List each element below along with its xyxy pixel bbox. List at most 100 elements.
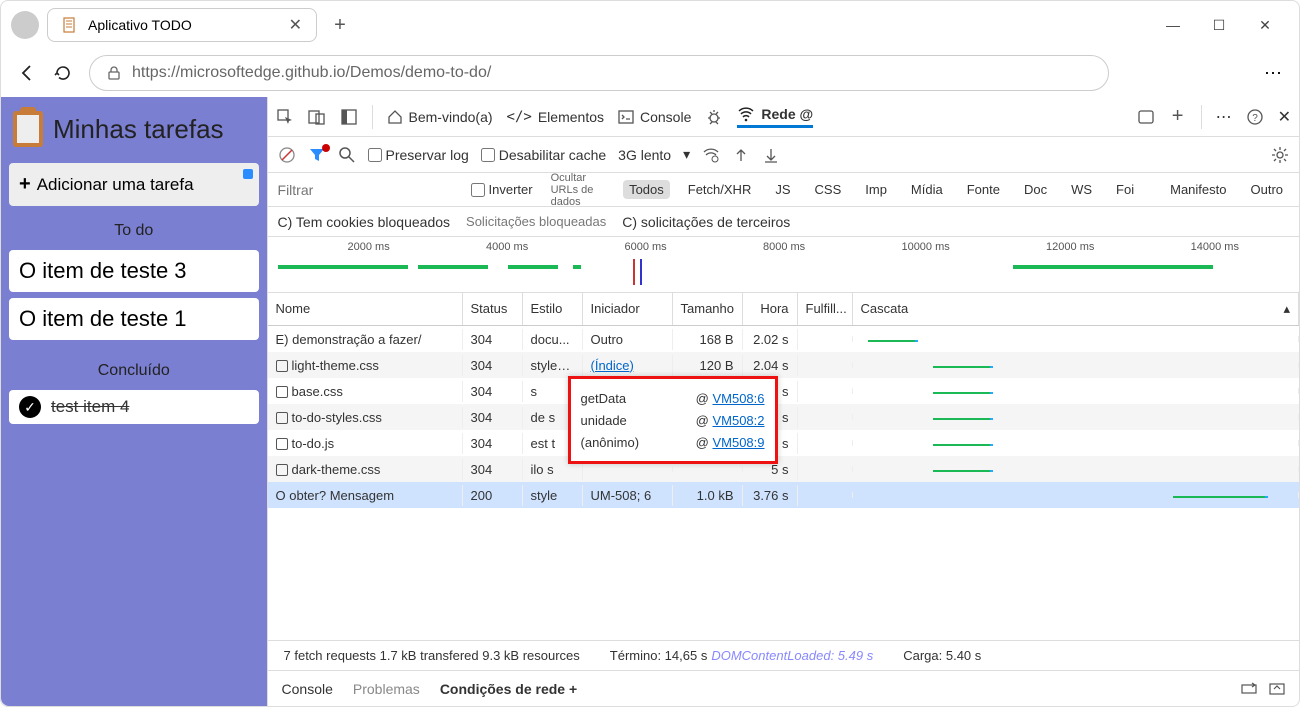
device-icon[interactable] <box>308 108 326 126</box>
search-icon[interactable] <box>338 146 356 164</box>
download-icon[interactable] <box>762 146 780 164</box>
drawer-network-conditions[interactable]: Condições de rede + <box>440 681 577 697</box>
timeline-tick: 4000 ms <box>486 241 528 253</box>
drawer-icon-2[interactable] <box>1269 681 1285 697</box>
filter-manifest[interactable]: Manifesto <box>1164 180 1232 199</box>
timeline-tick: 10000 ms <box>901 241 949 253</box>
browser-menu-icon[interactable]: ⋯ <box>1264 63 1283 84</box>
blocked-cookies-label[interactable]: C) Tem cookies bloqueados <box>278 214 451 230</box>
panel-icon[interactable] <box>1137 108 1155 126</box>
inspect-icon[interactable] <box>276 108 294 126</box>
col-initiator[interactable]: Iniciador <box>583 293 673 325</box>
third-party-label[interactable]: C) solicitações de terceiros <box>622 214 790 230</box>
add-task-button[interactable]: + Adicionar uma tarefa <box>9 163 259 206</box>
network-row[interactable]: E) demonstração a fazer/304docu...Outro1… <box>268 326 1299 352</box>
disable-cache-checkbox[interactable]: Desabilitar cache <box>481 147 606 163</box>
window-close-icon[interactable]: ✕ <box>1251 17 1279 34</box>
check-icon: ✓ <box>19 396 41 418</box>
filter-all[interactable]: Todos <box>623 180 670 199</box>
source-link[interactable]: VM508:6 <box>712 391 764 406</box>
filter-ws[interactable]: WS <box>1065 180 1098 199</box>
source-link[interactable]: VM508:9 <box>712 435 764 450</box>
filter-input[interactable] <box>278 182 459 198</box>
col-time[interactable]: Hora <box>743 293 798 325</box>
bug-icon[interactable] <box>705 108 723 126</box>
dock-icon[interactable] <box>340 108 358 126</box>
refresh-button[interactable] <box>53 63 73 83</box>
filter-doc[interactable]: Doc <box>1018 180 1053 199</box>
app-title: Minhas tarefas <box>53 114 224 145</box>
col-name[interactable]: Nome <box>268 293 463 325</box>
todo-app: Minhas tarefas + Adicionar uma tarefa To… <box>1 97 267 706</box>
new-tab-button[interactable]: + <box>325 10 355 40</box>
filter-font[interactable]: Fonte <box>961 180 1006 199</box>
stack-frame: getData@ VM508:6 <box>581 387 765 409</box>
throttle-select[interactable]: 3G lento <box>618 147 671 163</box>
filter-other[interactable]: Outro <box>1244 180 1289 199</box>
settings-gear-icon[interactable] <box>1271 146 1289 164</box>
wifi-settings-icon[interactable] <box>702 146 720 164</box>
network-timeline[interactable]: 2000 ms4000 ms6000 ms8000 ms10000 ms1200… <box>268 237 1299 293</box>
col-status[interactable]: Status <box>463 293 523 325</box>
initiator-tooltip: getData@ VM508:6unidade@ VM508:2(anônimo… <box>568 376 778 464</box>
add-panel-icon[interactable]: + <box>1169 108 1187 126</box>
blocked-requests-label[interactable]: Solicitações bloqueadas <box>466 214 606 229</box>
close-devtools-icon[interactable]: ✕ <box>1278 107 1291 127</box>
col-fulfill[interactable]: Fulfill... <box>798 293 853 325</box>
more-icon[interactable]: ⋯ <box>1216 107 1232 127</box>
filter-css[interactable]: CSS <box>809 180 848 199</box>
tab-elements[interactable]: </>Elementos <box>507 109 604 125</box>
finish-time: Término: 14,65 s <box>610 648 708 663</box>
request-summary: 7 fetch requests 1.7 kB transfered 9.3 k… <box>284 648 580 663</box>
back-button[interactable] <box>17 63 37 83</box>
network-row[interactable]: base.css304s5 s <box>268 378 1299 404</box>
window-minimize-icon[interactable]: — <box>1159 17 1187 34</box>
col-waterfall[interactable]: Cascata▴ <box>853 293 1299 325</box>
network-table: Nome Status Estilo Iniciador Tamanho Hor… <box>268 293 1299 640</box>
file-icon <box>276 360 288 372</box>
timeline-tick: 6000 ms <box>624 241 666 253</box>
browser-tab[interactable]: Aplicativo TODO ✕ <box>47 8 317 42</box>
tab-console[interactable]: Console <box>618 109 691 125</box>
file-icon <box>276 412 288 424</box>
col-type[interactable]: Estilo <box>523 293 583 325</box>
plus-icon: + <box>19 173 31 196</box>
done-item[interactable]: ✓test item 4 <box>9 390 259 424</box>
window-maximize-icon[interactable]: ☐ <box>1205 17 1233 34</box>
col-size[interactable]: Tamanho <box>673 293 743 325</box>
url-text: https://microsoftedge.github.io/Demos/de… <box>132 64 491 82</box>
file-icon <box>276 386 288 398</box>
tab-close-icon[interactable]: ✕ <box>289 15 302 35</box>
network-row[interactable]: to-do.js304est t0 s <box>268 430 1299 456</box>
filter-media[interactable]: Mídia <box>905 180 949 199</box>
network-row[interactable]: O obter? Mensagem200styleUM-508; 61.0 kB… <box>268 482 1299 508</box>
preserve-log-checkbox[interactable]: Preservar log <box>368 147 469 163</box>
source-link[interactable]: VM508:2 <box>712 413 764 428</box>
todo-item[interactable]: O item de teste 1 <box>9 298 259 340</box>
invert-checkbox[interactable]: Inverter <box>471 182 533 197</box>
tab-network[interactable]: Rede @ <box>737 105 813 128</box>
drawer-icon-1[interactable] <box>1241 681 1257 697</box>
tab-welcome[interactable]: Bem-vindo(a) <box>387 109 493 125</box>
throttle-dropdown-icon[interactable]: ▾ <box>683 146 690 163</box>
timeline-tick: 14000 ms <box>1191 241 1239 253</box>
filter-js[interactable]: JS <box>769 180 796 199</box>
filter-foi[interactable]: Foi <box>1110 180 1140 199</box>
hide-data-urls[interactable]: Ocultar URLs de dados <box>545 170 611 210</box>
filter-img[interactable]: Imp <box>859 180 893 199</box>
filter-fetch[interactable]: Fetch/XHR <box>682 180 758 199</box>
stop-record-icon[interactable] <box>278 146 296 164</box>
drawer-problems[interactable]: Problemas <box>353 681 420 697</box>
filter-icon[interactable] <box>308 146 326 164</box>
network-row[interactable]: to-do-styles.css304de s3 s <box>268 404 1299 430</box>
upload-icon[interactable] <box>732 146 750 164</box>
drawer-console[interactable]: Console <box>282 681 333 697</box>
todo-item[interactable]: O item de teste 3 <box>9 250 259 292</box>
todo-section-label: To do <box>9 212 259 244</box>
profile-avatar[interactable] <box>11 11 39 39</box>
help-icon[interactable]: ? <box>1246 108 1264 126</box>
network-row[interactable]: light-theme.css304styles...(Índice)120 B… <box>268 352 1299 378</box>
address-bar[interactable]: https://microsoftedge.github.io/Demos/de… <box>89 55 1109 91</box>
done-section-label: Concluído <box>9 352 259 384</box>
network-row[interactable]: dark-theme.css304ilo s5 s <box>268 456 1299 482</box>
